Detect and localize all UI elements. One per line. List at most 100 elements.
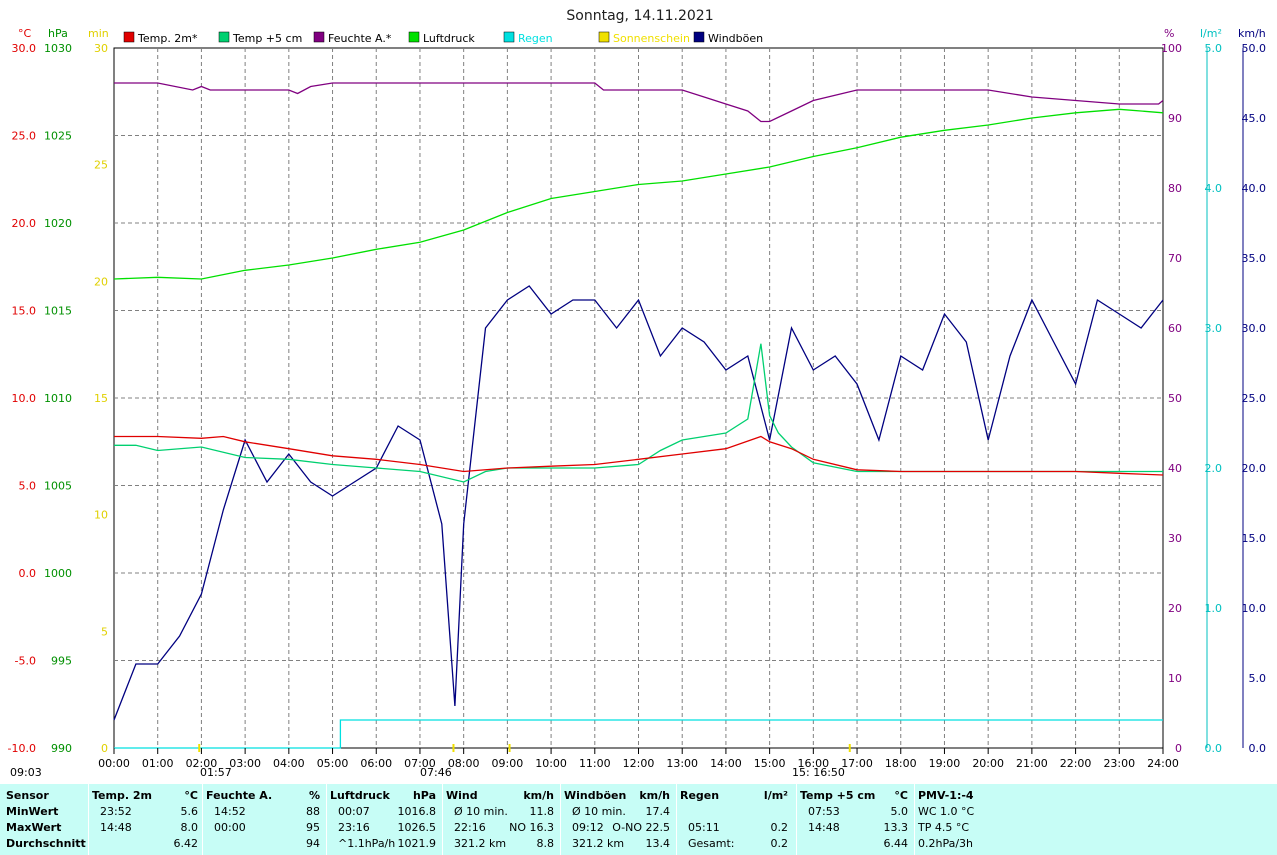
summary-column: PMV-1:-4 WC 1.0 °C TP 4.5 °C 0.2hPa/3h bbox=[918, 784, 1008, 855]
summary-cell-label: 05:11 bbox=[688, 821, 720, 834]
x-tick-label: 05:00 bbox=[317, 757, 349, 770]
summary-separator bbox=[560, 784, 561, 855]
summary-cell-value: 17.4 bbox=[645, 805, 671, 818]
x-tick-label: 21:00 bbox=[1016, 757, 1048, 770]
chart-grid bbox=[113, 47, 1164, 749]
humidity-tick-label: 80 bbox=[1168, 182, 1182, 195]
humidity-tick-label: 10 bbox=[1168, 672, 1182, 685]
summary-cell-label: 22:16 bbox=[454, 821, 486, 834]
summary-cell-label: 321.2 km bbox=[454, 837, 507, 850]
humidity-tick-label: 0 bbox=[1175, 742, 1182, 755]
summary-header: Sensor bbox=[6, 789, 49, 802]
summary-cell-value: 6.42 bbox=[173, 837, 199, 850]
summary-cell-value: 88 bbox=[306, 805, 320, 818]
x-tick-label: 11:00 bbox=[579, 757, 611, 770]
sun-tick-label: 15 bbox=[94, 392, 108, 405]
wind-tick-label: 35.0 bbox=[1242, 252, 1267, 265]
summary-cell-value: 13.4 bbox=[645, 837, 671, 850]
sun-unit: min bbox=[88, 27, 109, 40]
summary-column: Sensor MinWert MaxWert Durchschnitt bbox=[6, 784, 86, 855]
wind-tick-label: 10.0 bbox=[1242, 602, 1267, 615]
summary-column: Wind km/h Ø 10 min. 11.8 22:16 NO 16.3 321.2 k… bbox=[446, 784, 558, 855]
summary-separator bbox=[676, 784, 677, 855]
legend-swatch bbox=[598, 31, 610, 43]
x-tick-label: 23:00 bbox=[1103, 757, 1135, 770]
x-tick-label: 14:00 bbox=[710, 757, 742, 770]
legend-label: Luftdruck bbox=[423, 32, 475, 45]
sun-marker-label: 15: 16:50 bbox=[792, 766, 845, 779]
chart-legend: Temp. 2m* Temp +5 cm Feuchte A.* Luftdruck R… bbox=[123, 31, 763, 45]
legend-label: Regen bbox=[518, 32, 553, 45]
x-tick-label: 04:00 bbox=[273, 757, 305, 770]
legend-label: Feuchte A.* bbox=[328, 32, 392, 45]
x-tick-label: 12:00 bbox=[623, 757, 655, 770]
sun-tick-label: 20 bbox=[94, 275, 108, 288]
summary-cell-label: ^1.1hPa/h bbox=[338, 837, 396, 850]
summary-cell: WC 1.0 °C bbox=[918, 805, 975, 818]
legend-swatch bbox=[503, 31, 515, 43]
summary-column: Luftdruck hPa 00:07 1016.8 23:16 1026.5 ^1.1hP… bbox=[330, 784, 440, 855]
legend-label: Windböen bbox=[708, 32, 763, 45]
pressure-tick-label: 1030 bbox=[44, 42, 72, 55]
summary-cell-value: 94 bbox=[306, 837, 320, 850]
rain-unit: l/m² bbox=[1200, 27, 1222, 40]
humidity-tick-label: 40 bbox=[1168, 462, 1182, 475]
summary-header: Temp. 2m bbox=[92, 789, 152, 802]
x-tick-label: 01:00 bbox=[142, 757, 174, 770]
summary-cell: MinWert bbox=[6, 805, 59, 818]
sun-tick-label: 10 bbox=[94, 509, 108, 522]
wind-tick-label: 45.0 bbox=[1242, 112, 1267, 125]
wind-tick-label: 50.0 bbox=[1242, 42, 1267, 55]
summary-cell-label: Ø 10 min. bbox=[454, 805, 508, 818]
x-axis-ticks: 00:00 01:00 02:00 03:00 04:00 05:00 06:00 07:00… bbox=[98, 748, 1179, 770]
wind-tick-label: 30.0 bbox=[1242, 322, 1267, 335]
temp-tick-label: 5.0 bbox=[19, 480, 37, 493]
summary-cell-label: 14:48 bbox=[100, 821, 132, 834]
humidity-tick-label: 60 bbox=[1168, 322, 1182, 335]
temp-tick-label: 0.0 bbox=[19, 567, 37, 580]
pressure-tick-label: 1010 bbox=[44, 392, 72, 405]
legend-swatch bbox=[218, 31, 230, 43]
summary-cell-value: 8.0 bbox=[180, 821, 199, 834]
legend-swatch bbox=[123, 31, 135, 43]
humidity-unit: % bbox=[1164, 27, 1174, 40]
summary-header: Luftdruck bbox=[330, 789, 390, 802]
summary-separator bbox=[326, 784, 327, 855]
summary-cell-label: 14:52 bbox=[214, 805, 246, 818]
x-tick-label: 09:00 bbox=[492, 757, 524, 770]
summary-cell-label: 00:07 bbox=[338, 805, 370, 818]
summary-header: Feuchte A. bbox=[206, 789, 273, 802]
pressure-unit: hPa bbox=[48, 27, 68, 40]
summary-unit: l/m² bbox=[763, 789, 788, 802]
legend-swatch bbox=[693, 31, 705, 43]
summary-unit: hPa bbox=[412, 789, 436, 802]
summary-column: Regen l/m² 05:11 0.2 Gesamt: 0.2 bbox=[680, 784, 792, 855]
summary-unit: % bbox=[308, 789, 320, 802]
summary-cell-label: Gesamt: bbox=[688, 837, 735, 850]
summary-column: Temp. 2m °C 23:52 5.6 14:48 8.0 6.42 bbox=[92, 784, 202, 855]
temp-tick-label: 30.0 bbox=[12, 42, 37, 55]
summary-cell: MaxWert bbox=[6, 821, 62, 834]
summary-cell: 0.2hPa/3h bbox=[918, 837, 974, 850]
temp-tick-label: -5.0 bbox=[15, 655, 36, 668]
legend-swatch bbox=[313, 31, 325, 43]
summary-header: Windböen bbox=[564, 789, 627, 802]
summary-column: Feuchte A.% 14:52 88 00:00 95 94 bbox=[206, 784, 324, 855]
sun-marker-label: 01:57 bbox=[200, 766, 232, 779]
summary-unit: °C bbox=[184, 789, 198, 802]
summary-column: Windböen km/h Ø 10 min. 17.4 09:12 O-NO 22.5 3… bbox=[564, 784, 674, 855]
x-tick-label: 06:00 bbox=[360, 757, 392, 770]
summary-cell-value: NO 16.3 bbox=[509, 821, 554, 834]
summary-unit: °C bbox=[894, 789, 908, 802]
x-tick-label: 15:00 bbox=[754, 757, 786, 770]
weather-chart: Sonntag, 14.11.2021 Temp. 2m* Temp +5 cm F… bbox=[8, 8, 1267, 779]
temp-tick-label: 25.0 bbox=[12, 130, 37, 143]
wind-unit: km/h bbox=[1238, 27, 1266, 40]
summary-cell-label: 09:12 bbox=[572, 821, 604, 834]
wind-tick-label: 40.0 bbox=[1242, 182, 1267, 195]
summary-cell-value: 5.6 bbox=[180, 805, 199, 818]
legend-label: Temp +5 cm bbox=[232, 32, 302, 45]
summary-header: PMV-1:-4 bbox=[918, 789, 974, 802]
summary-cell-value: 13.3 bbox=[883, 821, 909, 834]
summary-cell-label: Ø 10 min. bbox=[572, 805, 626, 818]
